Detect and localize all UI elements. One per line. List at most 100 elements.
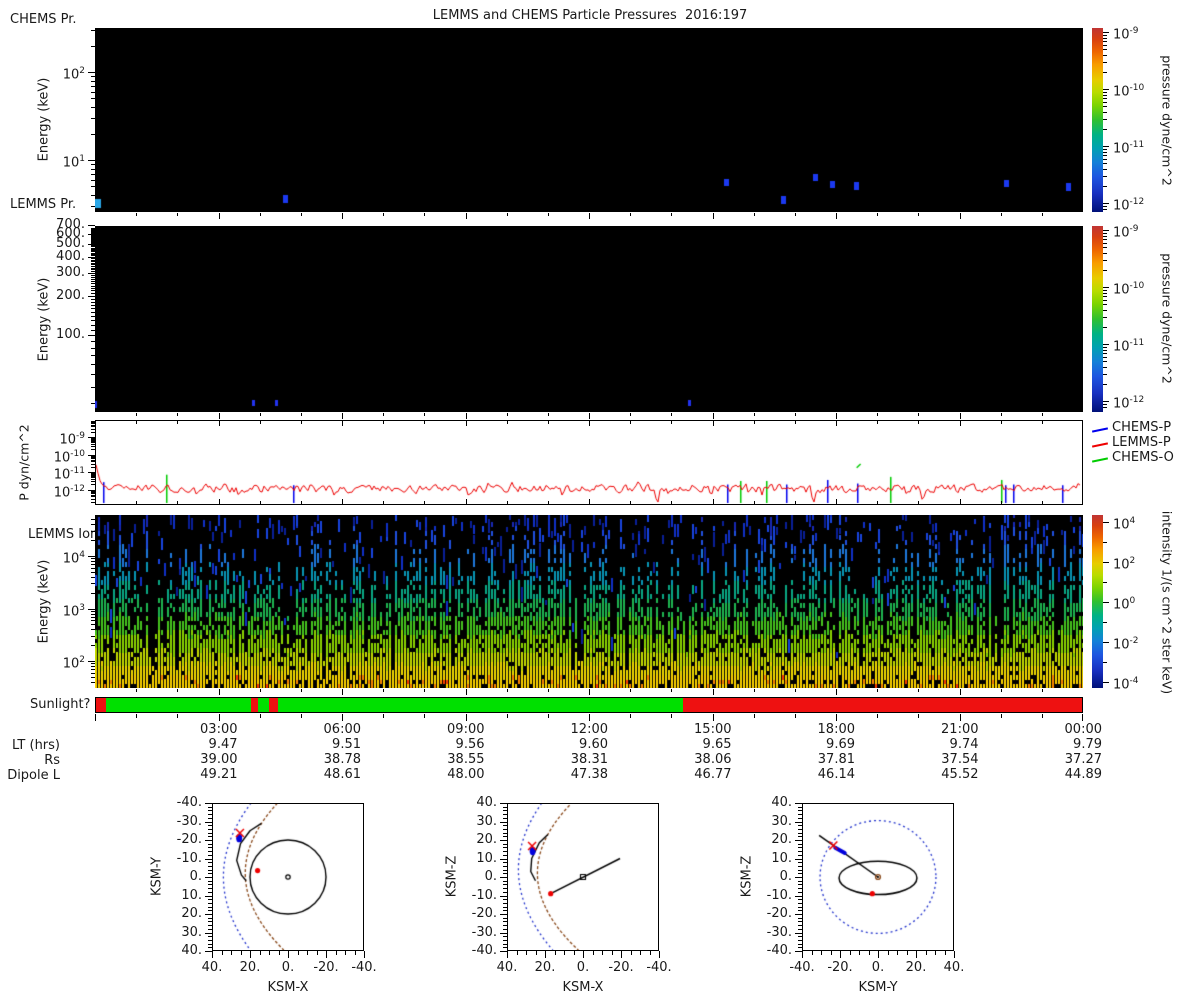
orbit-x-tick-label: 40. bbox=[943, 960, 965, 975]
axis-tick bbox=[548, 501, 549, 504]
orbit-y-tick-label: -30. bbox=[176, 813, 202, 829]
axis-tick bbox=[466, 499, 467, 504]
orbit-canvas-ksmz_vs_ksmx bbox=[508, 804, 658, 950]
axis-tick bbox=[91, 235, 95, 236]
axis-tick bbox=[91, 186, 95, 187]
axis-tick bbox=[1103, 300, 1107, 301]
axis-tick bbox=[503, 940, 507, 941]
axis-tick bbox=[383, 413, 384, 416]
axis-tick bbox=[91, 403, 95, 404]
axis-tick bbox=[713, 689, 714, 695]
axis-tick bbox=[298, 951, 299, 955]
axis-tick bbox=[205, 896, 212, 897]
axis-tick bbox=[548, 421, 549, 424]
axis-tick bbox=[91, 245, 95, 246]
axis-tick bbox=[208, 829, 212, 830]
axis-tick bbox=[91, 440, 95, 441]
axis-tick bbox=[1103, 361, 1107, 362]
orbit-y-tick-label: 40. bbox=[771, 795, 792, 810]
axis-tick bbox=[754, 421, 755, 424]
axis-tick bbox=[91, 496, 95, 497]
y-tick-label: 102 bbox=[62, 655, 85, 672]
axis-tick bbox=[91, 458, 95, 459]
axis-tick bbox=[288, 951, 289, 958]
axis-tick bbox=[795, 822, 802, 823]
axis-tick bbox=[241, 951, 242, 955]
axis-tick bbox=[91, 666, 95, 667]
axis-tick bbox=[503, 862, 507, 863]
rs-value: 39.00 bbox=[200, 752, 238, 767]
time-tick-label: 06:00 bbox=[323, 722, 361, 737]
orbit-y-tick-label: 20. bbox=[771, 832, 792, 847]
axis-tick bbox=[91, 636, 95, 637]
axis-tick bbox=[205, 840, 212, 841]
axis-tick bbox=[91, 426, 95, 427]
axis-tick bbox=[342, 213, 343, 219]
axis-tick bbox=[260, 689, 261, 692]
axis-tick bbox=[1103, 35, 1107, 36]
axis-tick bbox=[219, 689, 220, 695]
axis-tick bbox=[91, 629, 95, 630]
axis-tick bbox=[918, 501, 919, 504]
axis-tick bbox=[795, 896, 802, 897]
axis-tick bbox=[754, 689, 755, 692]
axis-tick bbox=[503, 944, 507, 945]
axis-tick bbox=[424, 501, 425, 504]
axis-tick bbox=[260, 951, 261, 955]
axis-tick bbox=[713, 499, 714, 504]
axis-tick bbox=[798, 899, 802, 900]
axis-tick bbox=[301, 689, 302, 692]
axis-tick bbox=[754, 413, 755, 416]
axis-tick bbox=[798, 818, 802, 819]
axis-tick bbox=[1103, 642, 1109, 643]
axis-tick bbox=[91, 421, 95, 422]
axis-tick bbox=[671, 714, 672, 718]
orbit-x-tick-label: -20. bbox=[313, 960, 339, 975]
axis-tick bbox=[91, 425, 95, 426]
orbit-y-tick-label: -10. bbox=[176, 850, 202, 866]
axis-tick bbox=[177, 689, 178, 692]
axis-tick bbox=[88, 72, 95, 73]
axis-tick bbox=[1103, 45, 1107, 46]
dipole-l-value: 49.21 bbox=[200, 767, 238, 782]
axis-tick bbox=[466, 213, 467, 219]
axis-tick bbox=[1103, 152, 1107, 153]
axis-tick bbox=[301, 421, 302, 424]
axis-tick bbox=[424, 714, 425, 718]
axis-tick bbox=[91, 107, 95, 108]
orbit-x-tick-label: 40. bbox=[201, 960, 223, 975]
axis-tick bbox=[279, 951, 280, 955]
axis-tick bbox=[91, 499, 95, 500]
axis-tick bbox=[503, 851, 507, 852]
rs-value: 38.31 bbox=[570, 752, 608, 767]
axis-tick bbox=[91, 255, 95, 256]
axis-tick bbox=[754, 213, 755, 216]
axis-tick bbox=[798, 947, 802, 948]
orbit-y-tick-label: 30. bbox=[476, 813, 497, 829]
axis-tick bbox=[91, 253, 95, 254]
axis-tick bbox=[91, 467, 95, 468]
axis-tick bbox=[798, 829, 802, 830]
axis-tick bbox=[503, 836, 507, 837]
axis-tick bbox=[326, 951, 327, 958]
axis-tick bbox=[91, 441, 95, 442]
axis-tick bbox=[205, 803, 212, 804]
axis-tick bbox=[795, 914, 802, 915]
axis-tick bbox=[342, 714, 343, 721]
orbit-y-tick-label: 0. bbox=[189, 869, 202, 884]
colorbar-tick-label: 10-4 bbox=[1113, 676, 1139, 693]
axis-tick bbox=[91, 290, 95, 291]
axis-tick bbox=[548, 413, 549, 416]
axis-tick bbox=[795, 213, 796, 216]
axis-tick bbox=[630, 501, 631, 504]
axis-tick bbox=[383, 421, 384, 424]
orbit-y-tick-label: -20. bbox=[766, 906, 792, 921]
axis-tick bbox=[91, 490, 95, 491]
axis-tick bbox=[91, 325, 95, 326]
axis-tick bbox=[91, 46, 95, 47]
axis-tick bbox=[91, 237, 95, 238]
axis-tick bbox=[91, 673, 95, 674]
time-tick-label: 00:00 bbox=[1064, 722, 1102, 737]
axis-tick bbox=[208, 870, 212, 871]
axis-tick bbox=[91, 118, 95, 119]
